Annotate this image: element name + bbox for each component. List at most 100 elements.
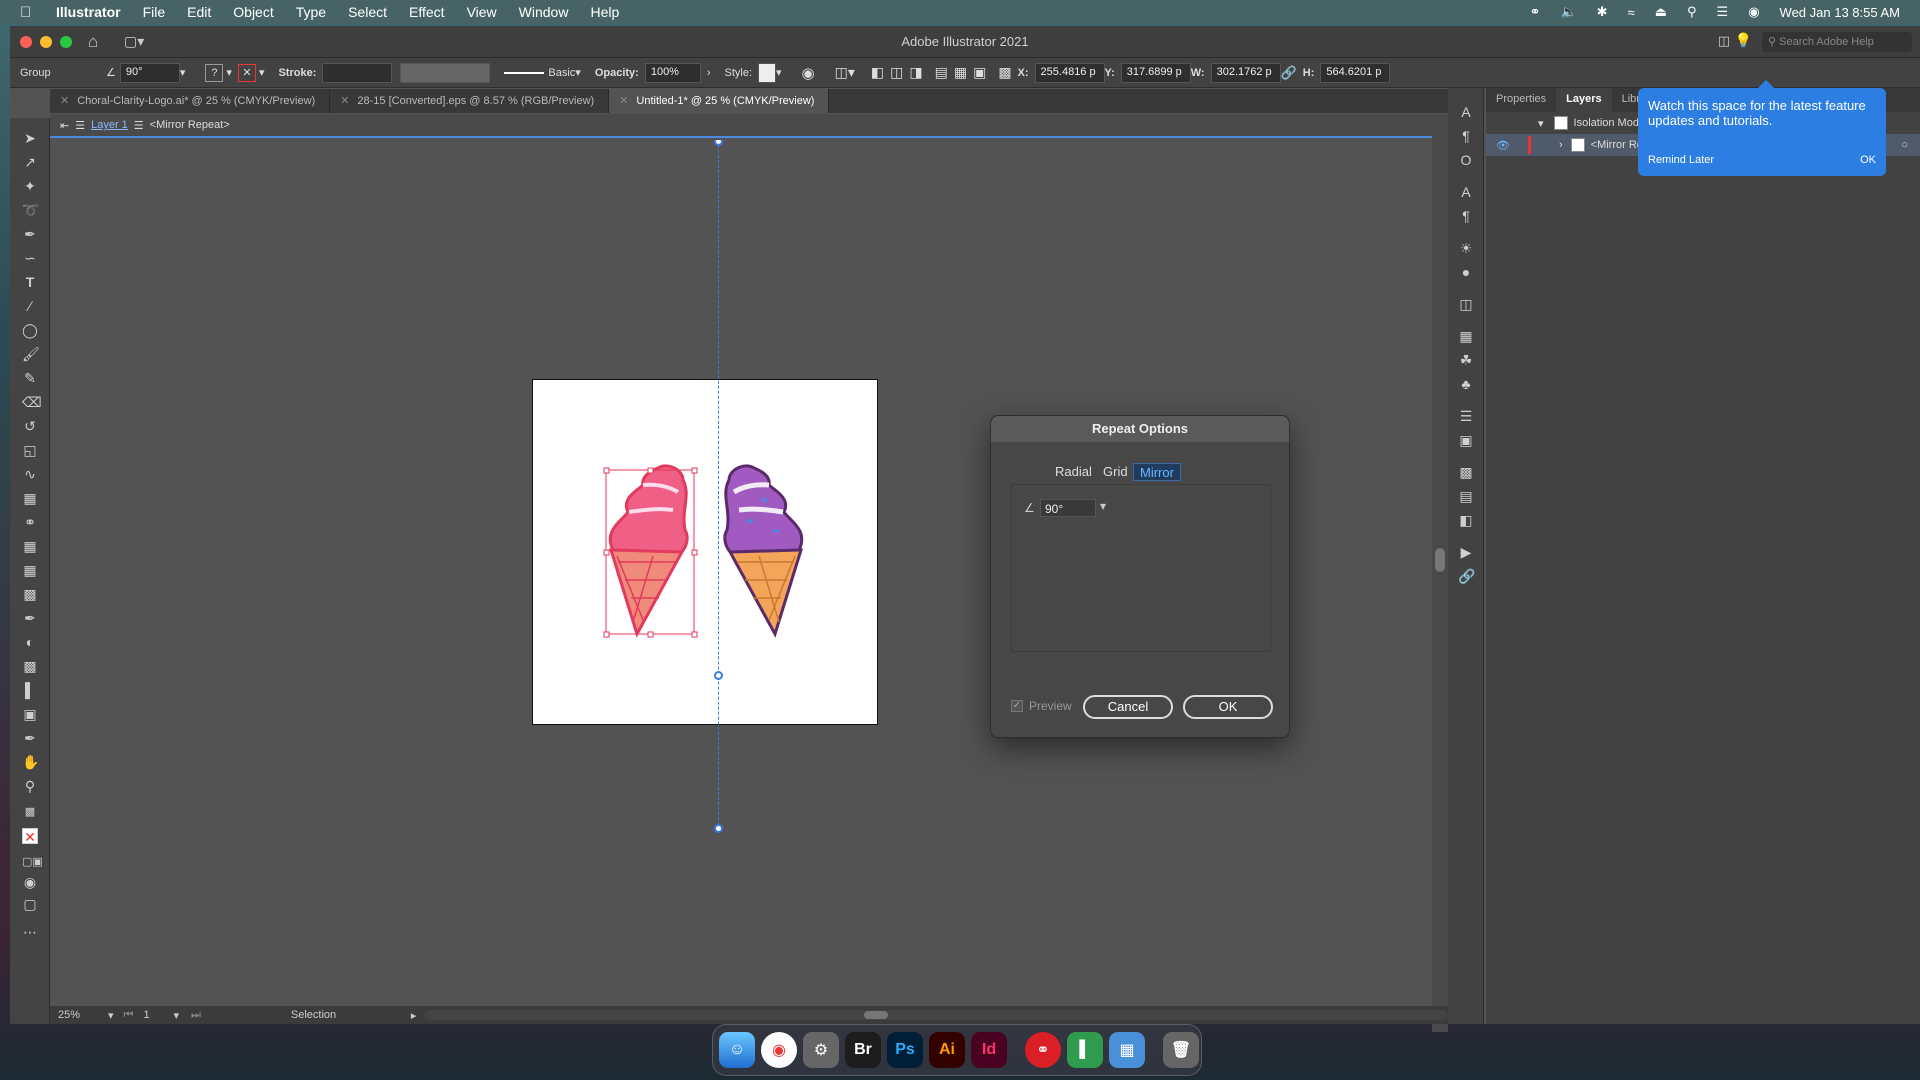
h-field[interactable]: 564.6201 p: [1320, 62, 1391, 83]
tab-mirror[interactable]: Mirror: [1133, 463, 1181, 481]
symbol-sprayer-tool-icon[interactable]: ▩: [22, 658, 38, 674]
menu-edit[interactable]: Edit: [187, 4, 211, 20]
pen-tool-icon[interactable]: ✒: [22, 226, 38, 242]
y-field[interactable]: 317.6899 p: [1120, 62, 1191, 83]
opentype-panel-icon[interactable]: O: [1458, 152, 1474, 168]
numbers-app-icon[interactable]: ▌: [1067, 1032, 1103, 1068]
status-menu-arrow-icon[interactable]: ▸: [411, 1009, 417, 1022]
variable-width-profile[interactable]: [400, 62, 491, 83]
tab-radial[interactable]: Radial: [1049, 463, 1098, 481]
menu-select[interactable]: Select: [348, 4, 387, 20]
eraser-tool-icon[interactable]: ⌫: [22, 394, 42, 410]
default-fill-stroke-icon[interactable]: ▩: [22, 804, 38, 820]
menu-view[interactable]: View: [467, 4, 497, 20]
artboard-nav-last-icon[interactable]: ⏭: [191, 1009, 201, 1022]
mirror-angle-field[interactable]: 90°: [1040, 499, 1096, 517]
control-center-icon[interactable]: ☰: [1717, 4, 1729, 20]
column-graph-tool-icon[interactable]: ▌: [22, 682, 38, 698]
remind-later-link[interactable]: Remind Later: [1648, 154, 1714, 166]
stroke-weight-field[interactable]: [322, 62, 393, 83]
x-field[interactable]: 255.4816 p: [1034, 62, 1105, 83]
transform-reference-icon[interactable]: ▩: [998, 62, 1011, 84]
ok-button[interactable]: OK: [1183, 695, 1273, 719]
mirror-axis-bottom-handle[interactable]: [714, 824, 723, 833]
collapse-arrow-icon[interactable]: ▾: [1538, 117, 1544, 130]
eyedropper-tool-icon[interactable]: ✒: [22, 610, 38, 626]
transform-panel-icon[interactable]: ▩: [1458, 464, 1474, 480]
angle-control[interactable]: ∠ 90° ▾: [106, 62, 185, 84]
mesh-tool-icon[interactable]: ▦: [22, 562, 38, 578]
edit-toolbar-icon[interactable]: ⋯: [22, 924, 38, 940]
mirror-axis[interactable]: [718, 140, 719, 830]
photoshop-app-icon[interactable]: Ps: [887, 1032, 923, 1068]
opacity-arrow-icon[interactable]: ›: [707, 62, 711, 84]
rotate-tool-icon[interactable]: ↺: [22, 418, 38, 434]
color-mode-icon[interactable]: ▢▣: [22, 854, 43, 870]
horizontal-scroll-thumb[interactable]: [864, 1011, 889, 1019]
volume-icon[interactable]: 🔈: [1560, 4, 1576, 20]
actions-play-icon[interactable]: ▶: [1458, 544, 1474, 560]
creative-cloud-icon[interactable]: ⚭: [1025, 1032, 1061, 1068]
menu-app-name[interactable]: Illustrator: [56, 4, 121, 20]
curvature-tool-icon[interactable]: ∽: [22, 250, 38, 266]
constrain-proportions-icon[interactable]: 🔗: [1281, 62, 1297, 84]
paragraph-styles-icon[interactable]: ¶: [1458, 208, 1474, 224]
trash-icon[interactable]: 🗑: [1163, 1032, 1199, 1068]
symbols-panel-icon[interactable]: ♣: [1458, 376, 1474, 392]
creative-cloud-status-icon[interactable]: ⚭: [1530, 4, 1541, 20]
finder-icon[interactable]: ☺: [719, 1032, 755, 1068]
tab-untitled-1[interactable]: ✕ Untitled-1* @ 25 % (CMYK/Preview): [609, 89, 830, 113]
slice-tool-icon[interactable]: ✒: [22, 730, 38, 746]
horizontal-scrollbar[interactable]: [424, 1010, 1448, 1020]
direct-selection-tool-icon[interactable]: ↗: [22, 154, 38, 170]
vertical-scrollbar[interactable]: [1432, 114, 1448, 1032]
stroke-dropdown-icon[interactable]: ▾: [259, 62, 265, 84]
menu-file[interactable]: File: [143, 4, 166, 20]
align-middle-icon[interactable]: ▦: [954, 62, 967, 84]
recolor-artwork-icon[interactable]: ◉: [802, 62, 815, 84]
back-arrow-icon[interactable]: ⇤: [60, 119, 69, 132]
visibility-eye-icon[interactable]: 👁: [1496, 139, 1510, 152]
wifi-icon[interactable]: ≈: [1628, 5, 1635, 20]
eject-icon[interactable]: ⏏: [1655, 4, 1667, 20]
character-panel-icon[interactable]: A: [1458, 104, 1474, 120]
menu-window[interactable]: Window: [519, 4, 569, 20]
align-right-icon[interactable]: ◨: [909, 62, 922, 84]
opacity-label[interactable]: Opacity:: [595, 62, 639, 84]
vertical-scroll-thumb[interactable]: [1435, 548, 1445, 572]
type-tool-icon[interactable]: T: [22, 274, 38, 290]
shaper-tool-icon[interactable]: ✎: [22, 370, 38, 386]
gradient-panel-icon[interactable]: ▣: [1458, 432, 1474, 448]
siri-icon[interactable]: ◉: [1748, 4, 1759, 20]
bridge-app-icon[interactable]: Br: [845, 1032, 881, 1068]
angle-dropdown-icon[interactable]: ▾: [1100, 499, 1106, 513]
angle-value[interactable]: 90°: [119, 62, 180, 83]
brushes-panel-icon[interactable]: ☘: [1458, 352, 1474, 368]
tooltip-ok-link[interactable]: OK: [1860, 154, 1876, 166]
gradient-tool-icon[interactable]: ▩: [22, 586, 38, 602]
character-styles-icon[interactable]: A: [1458, 184, 1474, 200]
discover-lightbulb-icon[interactable]: 💡: [1735, 32, 1752, 49]
pathfinder-panel-icon[interactable]: ◧: [1458, 512, 1474, 528]
mirror-axis-top-handle[interactable]: [714, 140, 723, 146]
blend-tool-icon[interactable]: ◐: [22, 634, 38, 650]
free-transform-tool-icon[interactable]: ▦: [22, 490, 38, 506]
perspective-grid-tool-icon[interactable]: ▦: [22, 538, 38, 554]
align-bottom-icon[interactable]: ▣: [973, 62, 986, 84]
fill-swatch[interactable]: ?: [205, 63, 224, 82]
menu-type[interactable]: Type: [296, 4, 326, 20]
close-tab-icon[interactable]: ✕: [340, 95, 349, 107]
menu-effect[interactable]: Effect: [409, 4, 445, 20]
breadcrumb-object[interactable]: <Mirror Repeat>: [150, 119, 230, 131]
close-tab-icon[interactable]: ✕: [619, 95, 628, 107]
ellipse-tool-icon[interactable]: ◯: [22, 322, 38, 338]
target-circle-icon[interactable]: ○: [1901, 139, 1908, 151]
warp-tool-icon[interactable]: ∿: [22, 466, 38, 482]
indesign-app-icon[interactable]: Id: [971, 1032, 1007, 1068]
close-tab-icon[interactable]: ✕: [60, 95, 69, 107]
tab-choral-clarity[interactable]: ✕ Choral-Clarity-Logo.ai* @ 25 % (CMYK/Pr…: [50, 89, 331, 113]
fill-dropdown-icon[interactable]: ▾: [226, 62, 232, 84]
fill-stroke-swatches-icon[interactable]: ✕: [22, 828, 38, 845]
draw-mode-icon[interactable]: ◉: [22, 874, 38, 890]
zoom-dropdown-icon[interactable]: ▾: [108, 1009, 114, 1022]
